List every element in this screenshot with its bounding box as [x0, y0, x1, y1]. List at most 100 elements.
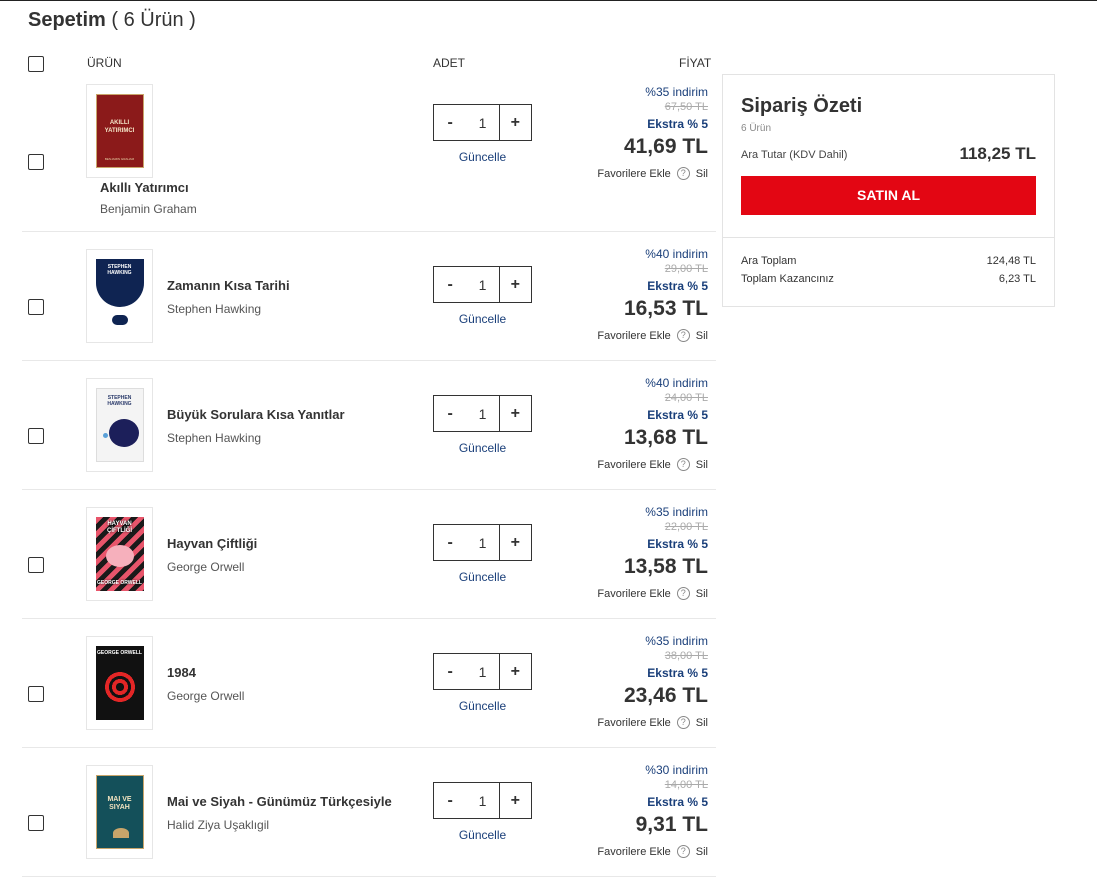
update-link[interactable]: Güncelle	[433, 828, 532, 842]
item-author[interactable]: Halid Ziya Uşaklıgil	[167, 818, 392, 832]
book-thumbnail[interactable]: STEPHEN HAWKING	[86, 249, 153, 343]
update-link[interactable]: Güncelle	[433, 312, 532, 326]
qty-plus-button[interactable]: +	[498, 105, 531, 140]
qty-value[interactable]: 1	[466, 535, 498, 551]
qty-value[interactable]: 1	[466, 664, 498, 680]
delete-link[interactable]: Sil	[696, 459, 708, 471]
summary-title: Sipariş Özeti	[741, 95, 863, 117]
delete-link[interactable]: Sil	[696, 588, 708, 600]
item-author[interactable]: Benjamin Graham	[100, 202, 197, 216]
item-title[interactable]: 1984	[167, 665, 244, 680]
delete-link[interactable]: Sil	[696, 846, 708, 858]
qty-minus-button[interactable]: -	[434, 663, 466, 681]
gross-total-value: 124,48 TL	[986, 255, 1036, 267]
item-info: Mai ve Siyah - Günümüz Türkçesiyle Halid…	[167, 794, 392, 832]
item-info: 1984 George Orwell	[167, 665, 244, 703]
item-title[interactable]: Büyük Sorulara Kısa Yanıtlar	[167, 407, 345, 422]
update-link[interactable]: Güncelle	[433, 150, 532, 164]
qty-plus-button[interactable]: +	[498, 525, 531, 560]
item-checkbox[interactable]	[28, 815, 44, 831]
item-checkbox[interactable]	[28, 557, 44, 573]
book-thumbnail[interactable]: STEPHEN HAWKING	[86, 378, 153, 472]
cart-row: MAI VE SIYAH Mai ve Siyah - Günümüz Türk…	[22, 748, 716, 877]
item-actions: Favorilere Ekle ? Sil	[597, 716, 708, 729]
item-title[interactable]: Mai ve Siyah - Günümüz Türkçesiyle	[167, 794, 392, 809]
quantity-stepper: - 1 +	[433, 524, 532, 561]
item-info: Hayvan Çiftliği George Orwell	[167, 536, 257, 574]
qty-plus-button[interactable]: +	[498, 267, 531, 302]
book-cover-image: GEORGE ORWELL	[95, 646, 144, 720]
qty-minus-button[interactable]: -	[434, 114, 466, 132]
qty-value[interactable]: 1	[466, 115, 498, 131]
item-title[interactable]: Zamanın Kısa Tarihi	[167, 278, 290, 293]
add-to-favorites-link[interactable]: Favorilere Ekle	[597, 846, 670, 858]
update-link[interactable]: Güncelle	[433, 570, 532, 584]
current-price: 13,58 TL	[623, 555, 708, 578]
item-title[interactable]: Akıllı Yatırımcı	[100, 180, 197, 195]
add-to-favorites-link[interactable]: Favorilere Ekle	[597, 330, 670, 342]
cart-row: STEPHEN HAWKING Büyük Sorulara Kısa Yanı…	[22, 361, 716, 490]
qty-minus-button[interactable]: -	[434, 792, 466, 810]
qty-value[interactable]: 1	[466, 793, 498, 809]
update-link[interactable]: Güncelle	[433, 699, 532, 713]
item-author[interactable]: Stephen Hawking	[167, 431, 345, 445]
book-thumbnail[interactable]: HAYVAN ÇİFTLİĞİ GEORGE ORWELL	[86, 507, 153, 601]
price-block: %40 indirim 24,00 TL Ekstra % 5 13,68 TL…	[597, 376, 708, 471]
item-checkbox[interactable]	[28, 299, 44, 315]
cover-title-text: STEPHEN HAWKING	[107, 264, 132, 276]
cart-row: GEORGE ORWELL 1984 George Orwell - 1 + G…	[22, 619, 716, 748]
help-icon[interactable]: ?	[676, 329, 690, 342]
help-icon[interactable]: ?	[676, 716, 690, 729]
book-thumbnail[interactable]: MAI VE SIYAH	[86, 765, 153, 859]
gross-total-label: Ara Toplam	[741, 255, 797, 267]
select-all-checkbox[interactable]	[28, 56, 44, 72]
item-author[interactable]: George Orwell	[167, 689, 244, 703]
add-to-favorites-link[interactable]: Favorilere Ekle	[597, 168, 670, 180]
item-title[interactable]: Hayvan Çiftliği	[167, 536, 257, 551]
item-actions: Favorilere Ekle ? Sil	[597, 167, 708, 180]
item-author[interactable]: George Orwell	[167, 560, 257, 574]
book-thumbnail[interactable]: GEORGE ORWELL	[86, 636, 153, 730]
add-to-favorites-link[interactable]: Favorilere Ekle	[597, 459, 670, 471]
book-cover-image: STEPHEN HAWKING	[95, 259, 144, 333]
item-checkbox[interactable]	[28, 154, 44, 170]
cart-count: ( 6 Ürün )	[111, 9, 196, 31]
old-price: 22,00 TL	[664, 521, 708, 533]
old-price: 29,00 TL	[664, 263, 708, 275]
qty-minus-button[interactable]: -	[434, 534, 466, 552]
item-author[interactable]: Stephen Hawking	[167, 302, 290, 316]
summary-divider	[723, 237, 1054, 238]
quantity-stepper: - 1 +	[433, 782, 532, 819]
qty-value[interactable]: 1	[466, 406, 498, 422]
discount-badge: %40 indirim	[645, 247, 708, 261]
extra-discount: Ekstra % 5	[647, 408, 708, 422]
help-icon[interactable]: ?	[676, 458, 690, 471]
book-thumbnail[interactable]: AKILLI YATIRIMCI BENJAMIN GRAHAM	[86, 84, 153, 178]
extra-discount: Ekstra % 5	[647, 279, 708, 293]
delete-link[interactable]: Sil	[696, 717, 708, 729]
qty-plus-button[interactable]: +	[498, 783, 531, 818]
cart-row: STEPHEN HAWKING Zamanın Kısa Tarihi Step…	[22, 232, 716, 361]
qty-value[interactable]: 1	[466, 277, 498, 293]
help-icon[interactable]: ?	[676, 587, 690, 600]
update-link[interactable]: Güncelle	[433, 441, 532, 455]
item-checkbox[interactable]	[28, 428, 44, 444]
item-actions: Favorilere Ekle ? Sil	[597, 845, 708, 858]
delete-link[interactable]: Sil	[696, 330, 708, 342]
discount-badge: %40 indirim	[645, 376, 708, 390]
book-cover-image: STEPHEN HAWKING	[95, 388, 144, 462]
qty-plus-button[interactable]: +	[498, 396, 531, 431]
item-checkbox[interactable]	[28, 686, 44, 702]
add-to-favorites-link[interactable]: Favorilere Ekle	[597, 717, 670, 729]
delete-link[interactable]: Sil	[696, 168, 708, 180]
qty-minus-button[interactable]: -	[434, 276, 466, 294]
help-icon[interactable]: ?	[676, 167, 690, 180]
buy-button[interactable]: SATIN AL	[741, 176, 1036, 215]
price-block: %35 indirim 38,00 TL Ekstra % 5 23,46 TL…	[597, 634, 708, 729]
price-block: %35 indirim 22,00 TL Ekstra % 5 13,58 TL…	[597, 505, 708, 600]
help-icon[interactable]: ?	[676, 845, 690, 858]
qty-minus-button[interactable]: -	[434, 405, 466, 423]
qty-plus-button[interactable]: +	[498, 654, 531, 689]
add-to-favorites-link[interactable]: Favorilere Ekle	[597, 588, 670, 600]
quantity-stepper: - 1 +	[433, 395, 532, 432]
